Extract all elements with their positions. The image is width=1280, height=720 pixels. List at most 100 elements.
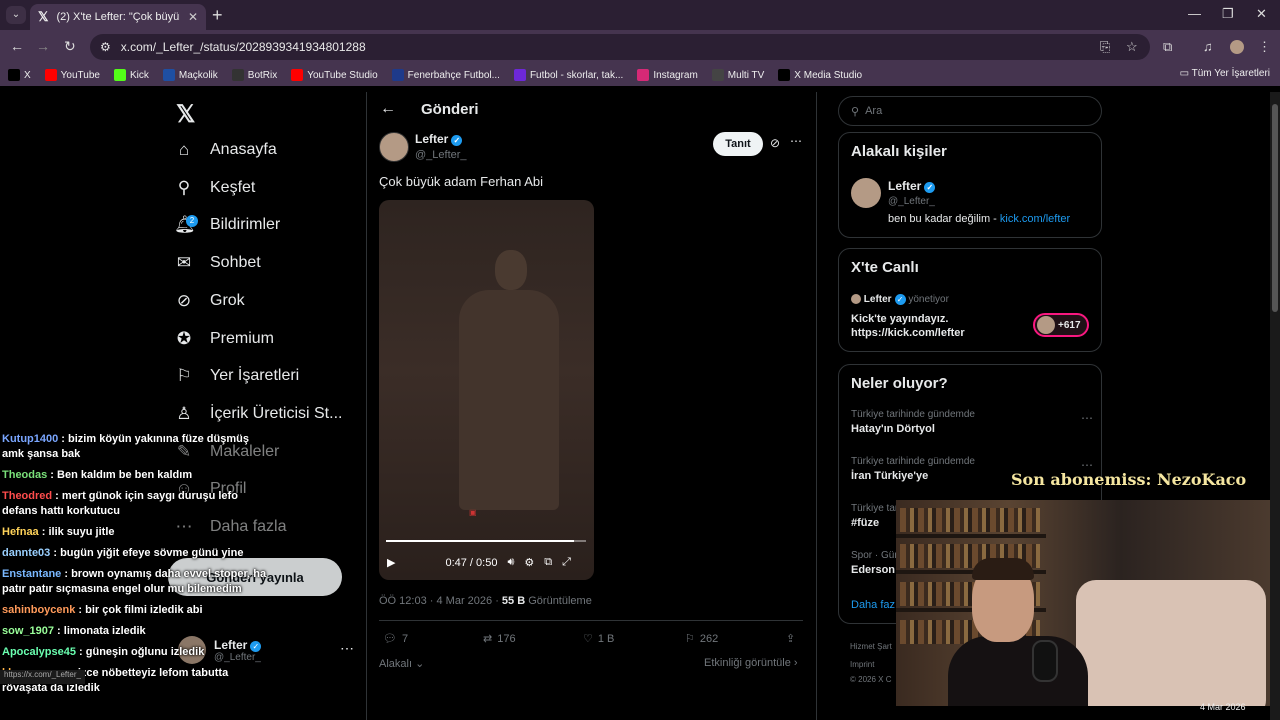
profile-avatar[interactable] xyxy=(1230,40,1244,54)
bookmark-label: YouTube Studio xyxy=(307,69,378,81)
avatar[interactable] xyxy=(379,132,409,162)
account-more-icon[interactable]: ⋯ xyxy=(340,640,354,657)
trend-item[interactable]: Spor · Gün Ederson xyxy=(851,550,900,576)
browser-tab[interactable]: 𝕏 (2) X'te Lefter: "Çok büyük adam ✕ xyxy=(30,4,206,30)
close-tab-icon[interactable]: ✕ xyxy=(188,10,198,24)
tab-search-button[interactable]: ⌄ xyxy=(6,6,26,24)
chat-text: limonata izledik xyxy=(63,625,146,637)
search-input[interactable]: ⚲ Ara xyxy=(838,96,1102,126)
install-app-icon[interactable]: ⎘ xyxy=(1100,39,1110,55)
follow-button[interactable]: Tanıt xyxy=(713,132,763,156)
bookmark-label: X xyxy=(24,69,31,81)
scrollbar-thumb[interactable] xyxy=(1272,104,1278,312)
bookmark-label: Fenerbahçe Futbol... xyxy=(407,69,500,81)
fullscreen-icon[interactable]: ⤢ xyxy=(562,556,571,569)
trend-item[interactable]: Türkiye tarihinde gündemde Hatay'ın Dörty… xyxy=(851,409,975,435)
all-bookmarks-button[interactable]: ▭ Tüm Yer İşaretleri xyxy=(1180,68,1270,79)
streamer xyxy=(948,636,1088,706)
bookmark-icon: ⚐ xyxy=(685,633,695,645)
bookmark-item[interactable]: Instagram xyxy=(637,69,698,81)
stream-chat: Kutup1400 : bizim köyün yakınına füze dü… xyxy=(2,432,270,702)
sidebar-item-search[interactable]: ⚲ Keşfet xyxy=(174,177,256,198)
bookmark-item[interactable]: X Media Studio xyxy=(778,69,862,81)
x-logo-icon[interactable]: 𝕏 xyxy=(176,100,195,129)
avatar[interactable] xyxy=(851,178,881,208)
live-listeners-badge[interactable]: +617 xyxy=(1033,313,1089,337)
footer-link[interactable]: Hizmet Şart xyxy=(850,642,892,651)
play-icon[interactable]: ▶ xyxy=(387,556,395,569)
settings-icon[interactable]: ⚙ xyxy=(524,556,534,569)
author-handle[interactable]: @_Lefter_ xyxy=(415,149,467,161)
close-window-button[interactable]: ✕ xyxy=(1256,6,1267,22)
scrollbar[interactable] xyxy=(1270,92,1280,720)
video-progress-bar[interactable] xyxy=(386,540,586,542)
more-icon[interactable]: ⋯ xyxy=(790,134,802,148)
microphone xyxy=(1032,640,1058,682)
sidebar-item-mail[interactable]: ✉ Sohbet xyxy=(174,253,261,273)
grok-icon[interactable]: ⊘ xyxy=(770,136,780,150)
share-button[interactable]: ⇪ xyxy=(786,632,795,645)
bio-link[interactable]: kick.com/lefter xyxy=(1000,213,1070,225)
browser-menu-icon[interactable]: ⋮ xyxy=(1258,39,1271,55)
sort-replies-dropdown[interactable]: Alakalı ⌄ xyxy=(379,657,424,670)
sidebar-item-bookmark[interactable]: ⚐ Yer İşaretleri xyxy=(174,366,299,386)
bookmark-count: 262 xyxy=(699,632,719,645)
sidebar-item-creator[interactable]: ♙ İçerik Üreticisi St... xyxy=(174,404,342,424)
post-text: Çok büyük adam Ferhan Abi xyxy=(379,174,544,189)
bookmark-item[interactable]: Multi TV xyxy=(711,69,764,81)
search-placeholder: Ara xyxy=(865,105,883,117)
bookmark-button[interactable]: ⚐ 262 xyxy=(685,632,719,646)
reload-button[interactable]: ↻ xyxy=(64,38,76,55)
bookmark-item[interactable]: BotRix xyxy=(231,69,277,81)
bookmark-favicon-icon xyxy=(391,69,404,81)
bookmark-item[interactable]: YouTube Studio xyxy=(291,69,378,81)
trend-category: Türkiye tari xyxy=(851,503,901,514)
bookmark-label: Futbol - skorlar, tak... xyxy=(529,69,624,81)
volume-icon[interactable]: 🔊︎ xyxy=(507,556,514,569)
chat-separator: : xyxy=(61,568,72,580)
sidebar-item-premium[interactable]: ✪ Premium xyxy=(174,329,274,349)
live-text[interactable]: Kick'te yayındayız. https://kick.com/left… xyxy=(851,313,965,339)
trend-more-icon[interactable]: ⋯ xyxy=(1081,411,1093,425)
view-activity-link[interactable]: Etkinliği görüntüle › xyxy=(704,657,798,669)
forward-button[interactable]: → xyxy=(36,38,50,54)
author-name[interactable]: Lefter ✓ xyxy=(415,132,463,146)
chat-separator: : xyxy=(38,526,49,538)
like-button[interactable]: ♡ 1 B xyxy=(583,632,614,646)
site-info-icon[interactable]: ⚙ xyxy=(100,40,111,54)
bookmark-item[interactable]: Futbol - skorlar, tak... xyxy=(513,69,624,81)
bookmark-item[interactable]: X xyxy=(8,69,31,81)
chair xyxy=(1076,580,1266,706)
footer-link[interactable]: Imprint xyxy=(850,660,874,669)
reply-button[interactable]: 💬︎ 7 xyxy=(383,632,408,646)
new-tab-button[interactable]: + xyxy=(212,5,223,26)
trend-item[interactable]: Türkiye tarihinde gündemde İran Türkiye'y… xyxy=(851,456,975,482)
search-icon: ⚲ xyxy=(177,177,191,197)
show-more-link[interactable]: Daha faz xyxy=(851,599,895,611)
back-arrow-icon[interactable]: ← xyxy=(380,100,396,118)
bookmark-item[interactable]: Maçkolik xyxy=(162,69,218,81)
bookmark-item[interactable]: Fenerbahçe Futbol... xyxy=(391,69,500,81)
bookmark-item[interactable]: Kick xyxy=(113,69,149,81)
back-button[interactable]: ← xyxy=(10,38,24,54)
minimize-button[interactable]: — xyxy=(1188,6,1201,21)
extensions-icon[interactable]: ⧉ xyxy=(1163,39,1172,55)
pip-icon[interactable]: ⧉ xyxy=(544,556,552,569)
maximize-button[interactable]: ❐ xyxy=(1222,6,1234,22)
chat-separator: : xyxy=(58,433,69,445)
media-control-icon[interactable]: ♫ xyxy=(1203,39,1213,54)
chat-separator: : xyxy=(75,646,86,658)
url-bar[interactable]: ⚙ x.com/_Lefter_/status/2028939341934801… xyxy=(90,34,1150,60)
bookmark-item[interactable]: YouTube xyxy=(44,69,100,81)
trend-item[interactable]: Türkiye tari #füze xyxy=(851,503,900,529)
reply-icon: 💬︎ xyxy=(383,633,397,645)
rel-name[interactable]: Lefter ✓ xyxy=(888,179,936,193)
verified-icon: ✓ xyxy=(924,182,936,193)
video-player[interactable]: ▣ ▶ 0:47 / 0:50 🔊︎ ⚙ ⧉ ⤢ xyxy=(379,200,594,580)
bookmark-star-icon[interactable]: ☆ xyxy=(1126,39,1138,55)
live-host[interactable]: Lefter ✓ yönetiyor xyxy=(851,294,949,305)
sidebar-item-home[interactable]: ⌂ Anasayfa xyxy=(174,140,277,160)
chat-text: bugün yiğit efeye sövme günü yine xyxy=(60,547,244,559)
repost-button[interactable]: ⇄ 176 xyxy=(483,632,516,646)
sidebar-item-grok[interactable]: ⊘ Grok xyxy=(174,291,245,311)
